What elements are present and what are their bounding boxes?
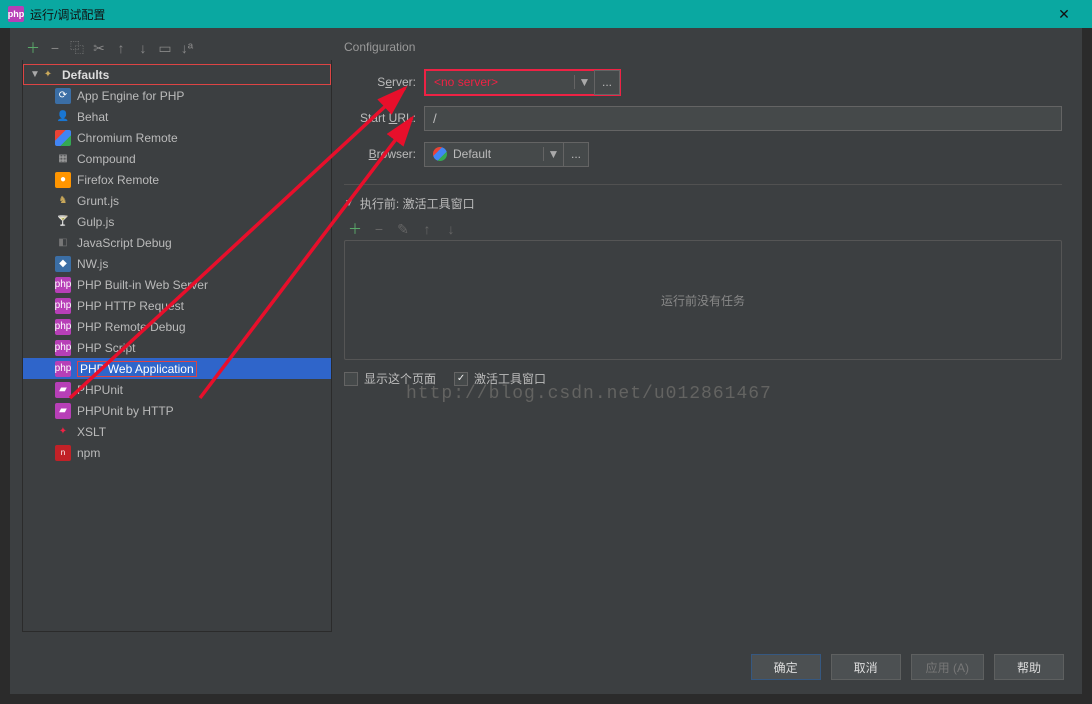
php-icon: php bbox=[55, 319, 71, 335]
activate-window-checkbox[interactable]: ✓ 激活工具窗口 bbox=[454, 370, 546, 387]
php-icon: php bbox=[55, 340, 71, 356]
firefox-icon: ● bbox=[55, 172, 71, 188]
server-combo[interactable]: <no server> ▼ bbox=[425, 70, 595, 95]
add-icon[interactable]: ＋ bbox=[26, 41, 40, 55]
combo-arrow-icon[interactable]: ▼ bbox=[574, 75, 594, 89]
tree-item[interactable]: ◆NW.js bbox=[23, 253, 331, 274]
php-icon: php bbox=[55, 361, 71, 377]
browser-label: Browser: bbox=[344, 147, 424, 161]
right-pane: Configuration Server: <no server> ▼ ... … bbox=[344, 36, 1070, 632]
config-tree[interactable]: ▼ ✦ Defaults ⟳App Engine for PHP 👤Behat … bbox=[22, 60, 332, 632]
tree-item[interactable]: ●Chromium Remote bbox=[23, 127, 331, 148]
tree-item[interactable]: ▰PHPUnit bbox=[23, 379, 331, 400]
close-window-button[interactable]: ✕ bbox=[1044, 0, 1084, 28]
empty-tasks-label: 运行前没有任务 bbox=[661, 292, 745, 309]
dialog-footer: 确定 取消 应用 (A) 帮助 bbox=[10, 640, 1082, 694]
remove-icon[interactable]: − bbox=[372, 222, 386, 236]
browser-ellipsis-button[interactable]: ... bbox=[563, 142, 589, 167]
tree-item[interactable]: 👤Behat bbox=[23, 106, 331, 127]
collapse-icon[interactable]: ▼ bbox=[344, 198, 354, 209]
tree-item[interactable]: phpPHP Remote Debug bbox=[23, 316, 331, 337]
tree-item[interactable]: ▰PHPUnit by HTTP bbox=[23, 400, 331, 421]
tree-item[interactable]: phpPHP Built-in Web Server bbox=[23, 274, 331, 295]
app-icon: php bbox=[8, 6, 24, 22]
tree-item[interactable]: ●Firefox Remote bbox=[23, 169, 331, 190]
help-button[interactable]: 帮助 bbox=[994, 654, 1064, 680]
window-title: 运行/调试配置 bbox=[30, 6, 105, 23]
sort-icon[interactable]: ↓ª bbox=[180, 41, 194, 55]
checkbox-checked-icon: ✓ bbox=[454, 372, 468, 386]
remove-icon[interactable]: − bbox=[48, 41, 62, 55]
tree-twisty-icon[interactable]: ▼ bbox=[30, 69, 40, 80]
browser-row: Browser: ●Default ▼ ... bbox=[344, 138, 1062, 170]
tree-item[interactable]: phpPHP HTTP Request bbox=[23, 295, 331, 316]
js-debug-icon: ◧ bbox=[55, 235, 71, 251]
server-ellipsis-button[interactable]: ... bbox=[594, 70, 620, 95]
behat-icon: 👤 bbox=[55, 109, 71, 125]
tree-item[interactable]: 🍸Gulp.js bbox=[23, 211, 331, 232]
separator bbox=[344, 184, 1062, 185]
dialog: ＋ − ⿻ ✂ ↑ ↓ ▭ ↓ª ▼ ✦ Defaults ⟳App Engin… bbox=[10, 28, 1082, 694]
tree-item[interactable]: phpPHP Script bbox=[23, 337, 331, 358]
npm-icon: n bbox=[55, 445, 71, 461]
appengine-icon: ⟳ bbox=[55, 88, 71, 104]
combo-arrow-icon[interactable]: ▼ bbox=[543, 147, 563, 161]
nwjs-icon: ◆ bbox=[55, 256, 71, 272]
tree-item-selected[interactable]: phpPHP Web Application bbox=[23, 358, 331, 379]
gulp-icon: 🍸 bbox=[55, 214, 71, 230]
browser-value: ●Default bbox=[425, 147, 543, 161]
chrome-icon: ● bbox=[55, 130, 71, 146]
before-launch-toolbar: ＋ − ✎ ↑ ↓ bbox=[344, 218, 1062, 240]
tree-item[interactable]: ◧JavaScript Debug bbox=[23, 232, 331, 253]
settings-icon[interactable]: ✂ bbox=[92, 41, 106, 55]
tree-item[interactable]: ⟳App Engine for PHP bbox=[23, 85, 331, 106]
folder-icon[interactable]: ▭ bbox=[158, 41, 172, 55]
start-url-input[interactable] bbox=[424, 106, 1062, 131]
tree-toolbar: ＋ − ⿻ ✂ ↑ ↓ ▭ ↓ª bbox=[22, 36, 332, 60]
add-icon[interactable]: ＋ bbox=[348, 222, 362, 236]
checkbox-unchecked-icon bbox=[344, 372, 358, 386]
server-label: Server: bbox=[344, 75, 424, 89]
apply-button[interactable]: 应用 (A) bbox=[911, 654, 984, 680]
up-icon[interactable]: ↑ bbox=[420, 222, 434, 236]
tree-item[interactable]: nnpm bbox=[23, 442, 331, 463]
grunt-icon: ♞ bbox=[55, 193, 71, 209]
chrome-icon: ● bbox=[433, 147, 447, 161]
tree-defaults[interactable]: ▼ ✦ Defaults bbox=[23, 64, 331, 85]
defaults-label: Defaults bbox=[62, 68, 109, 82]
before-launch-header[interactable]: ▼ 执行前: 激活工具窗口 bbox=[344, 195, 1062, 212]
cancel-button[interactable]: 取消 bbox=[831, 654, 901, 680]
titlebar: php 运行/调试配置 ✕ bbox=[0, 0, 1092, 28]
server-row: Server: <no server> ▼ ... bbox=[344, 66, 1062, 98]
checkbox-row: 显示这个页面 ✓ 激活工具窗口 bbox=[344, 370, 1062, 387]
start-url-row: Start URL: bbox=[344, 102, 1062, 134]
down-icon[interactable]: ↓ bbox=[444, 222, 458, 236]
php-icon: php bbox=[55, 277, 71, 293]
copy-icon[interactable]: ⿻ bbox=[70, 41, 84, 55]
down-icon[interactable]: ↓ bbox=[136, 41, 150, 55]
left-pane: ＋ − ⿻ ✂ ↑ ↓ ▭ ↓ª ▼ ✦ Defaults ⟳App Engin… bbox=[22, 36, 332, 632]
wrench-icon: ✦ bbox=[40, 67, 56, 83]
tree-item[interactable]: ♞Grunt.js bbox=[23, 190, 331, 211]
show-page-checkbox[interactable]: 显示这个页面 bbox=[344, 370, 436, 387]
start-url-label: Start URL: bbox=[344, 111, 424, 125]
xslt-icon: ✦ bbox=[55, 424, 71, 440]
configuration-title: Configuration bbox=[344, 40, 1062, 54]
edit-icon[interactable]: ✎ bbox=[396, 222, 410, 236]
up-icon[interactable]: ↑ bbox=[114, 41, 128, 55]
server-value: <no server> bbox=[426, 75, 574, 89]
tree-item[interactable]: ▦Compound bbox=[23, 148, 331, 169]
php-icon: php bbox=[55, 298, 71, 314]
before-launch-tasks-box[interactable]: 运行前没有任务 bbox=[344, 240, 1062, 360]
phpunit-icon: ▰ bbox=[55, 382, 71, 398]
browser-combo[interactable]: ●Default ▼ bbox=[424, 142, 564, 167]
tree-item[interactable]: ✦XSLT bbox=[23, 421, 331, 442]
phpunit-http-icon: ▰ bbox=[55, 403, 71, 419]
ok-button[interactable]: 确定 bbox=[751, 654, 821, 680]
compound-icon: ▦ bbox=[55, 151, 71, 167]
